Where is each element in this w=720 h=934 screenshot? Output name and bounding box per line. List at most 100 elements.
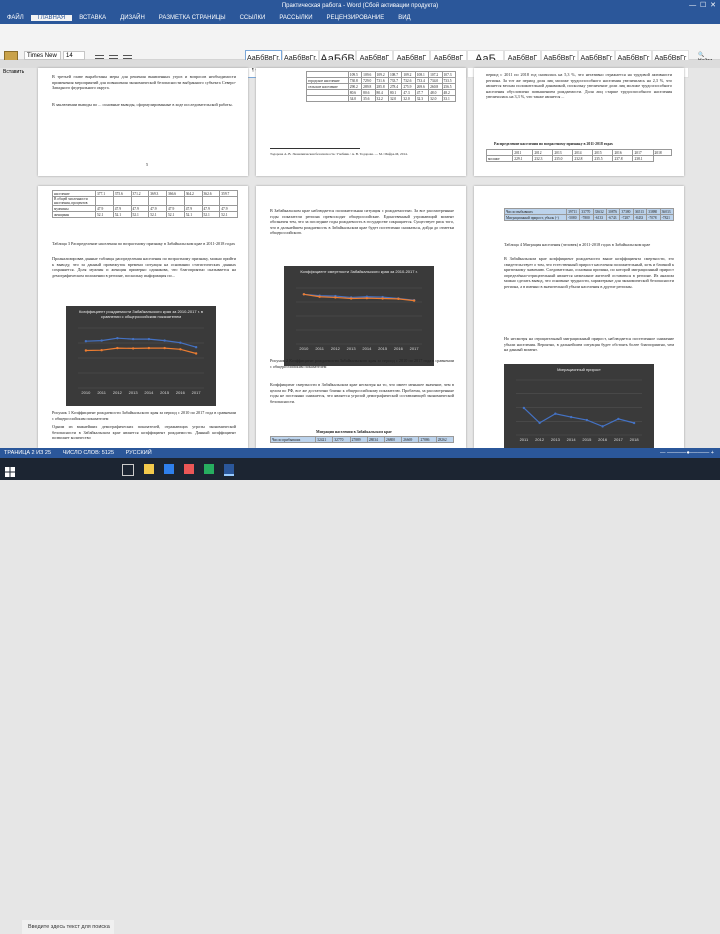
data-point — [381, 297, 384, 300]
figure-2-caption: Рисунок 2 Коэффициент рождаемости Забайк… — [270, 358, 454, 369]
ribbon: Вставить Times New Ro 14 Ж К Ч АаБбВвГг,… — [0, 24, 720, 78]
x-tick-label: 2017 — [410, 346, 420, 351]
table-cell: 32770 — [332, 436, 351, 443]
x-tick-label: 2016 — [176, 390, 186, 395]
data-point — [538, 421, 541, 425]
table-row: Миграционный прирост, убыль (-) -5080 -780… — [503, 214, 675, 221]
page-4[interactable]: население 377.1 375.6 371.2 369.3 366.6 364.2 3… — [38, 186, 248, 448]
table-cell: -6133 — [592, 214, 608, 221]
page-6-text: В Забайкальском крае коэффициент рождаем… — [504, 256, 674, 289]
table-cell: -7800 — [579, 214, 594, 221]
data-point — [131, 347, 135, 350]
page-3-text: период с 2011 по 2018 год снизилась на 5… — [486, 72, 672, 100]
table-cell: -5080 — [566, 214, 581, 221]
app-icon[interactable] — [204, 464, 214, 474]
tab-7[interactable]: РЕЦЕНЗИРОВАНИЕ — [320, 15, 392, 21]
window-title: Практическая работа - Word (Сбой активац… — [0, 0, 720, 12]
x-tick-label: 2017 — [614, 437, 624, 442]
zoom-controls[interactable]: — ─────●───── + — [660, 448, 714, 458]
data-point — [522, 406, 526, 410]
chart-death-rate[interactable]: Коэффициент смертности Забайкальского кр… — [284, 266, 434, 366]
table-cell: 27886 — [418, 436, 437, 443]
taskbar-search[interactable]: Введите здесь текст для поиска — [22, 920, 114, 934]
word-icon[interactable] — [224, 464, 234, 476]
font-size-select[interactable]: 14 — [63, 51, 85, 60]
table-row: 34.0 35.6 32.2 32.0 32.0 32.3 32.0 33.1 — [306, 95, 456, 102]
table-cell: 32.0 — [401, 95, 416, 102]
table-cell: 32421 — [315, 436, 334, 443]
word-count[interactable]: ЧИСЛО СЛОВ: 5125 — [63, 450, 114, 456]
x-tick-label: 2015 — [582, 437, 592, 442]
window-controls[interactable]: — ☐ ✕ — [689, 0, 716, 12]
file-explorer-icon[interactable] — [144, 464, 154, 474]
chart-birth-rate[interactable]: Коэффициент рождаемости Забайкальского к… — [66, 306, 216, 406]
page-5[interactable]: В Забайкальском крае наблюдается положит… — [256, 186, 466, 448]
page-1-text: В третьей главе выработаны меры для реше… — [52, 74, 236, 91]
page-2[interactable]: 109.5 109.6 109.2 108.7 109.2 108.1 107.2 107.3… — [256, 68, 466, 176]
tab-3[interactable]: ДИЗАЙН — [113, 15, 152, 21]
tab-5[interactable]: ССЫЛКИ — [233, 15, 273, 21]
x-tick-label: 2013 — [551, 437, 561, 442]
tab-2[interactable]: ВСТАВКА — [72, 15, 113, 21]
x-tick-label: 2015 — [378, 346, 388, 351]
page-6[interactable]: Число выбывших 39711 33770 33632 30876 37380 3… — [474, 186, 684, 448]
x-tick-label: 2011 — [520, 437, 529, 442]
x-tick-label: 2013 — [347, 346, 357, 351]
table-cell: 28034 — [366, 436, 386, 443]
data-point — [147, 337, 151, 341]
edge-icon[interactable] — [164, 464, 174, 474]
figure-1-caption: Рисунок 1 Коэффициент рождаемости Забайк… — [52, 410, 236, 421]
table-row: Число прибывших 32421 32770 27889 28034 26800… — [269, 436, 455, 443]
page-5-text: В Забайкальском крае наблюдается положит… — [270, 208, 454, 236]
tab-6[interactable]: РАССЫЛКИ — [272, 15, 319, 21]
data-point — [179, 348, 182, 351]
language-indicator[interactable]: РУССКИЙ — [126, 450, 152, 456]
table-cell — [306, 95, 349, 102]
data-point — [349, 297, 353, 300]
chart-migration[interactable]: Миграционный прирост 2011 2012 2013 2014 201… — [504, 364, 654, 448]
table-cell: 232.8 — [572, 155, 594, 162]
table-cell: -8433 — [632, 214, 648, 221]
table-cell: 32.0 — [387, 95, 403, 102]
x-tick-label: 2011 — [315, 346, 324, 351]
population-table-cont: население 377.1 375.6 371.2 369.3 366.6 364.2 3… — [52, 190, 238, 218]
data-point — [84, 340, 88, 343]
data-point — [147, 346, 151, 350]
tab-0[interactable]: ФАЙЛ — [0, 15, 31, 21]
table-cell: 237.8 — [612, 155, 634, 162]
data-point — [318, 295, 321, 298]
tab-8[interactable]: ВИД — [391, 15, 417, 21]
x-tick-label: 2010 — [299, 346, 309, 351]
tab-1[interactable]: ГЛАВНАЯ — [30, 15, 73, 21]
population-table: 109.5 109.6 109.2 108.7 109.2 108.1 107.2 107.3… — [306, 71, 456, 102]
table-cell: 34.0 — [347, 95, 363, 102]
task-view-icon[interactable] — [122, 464, 134, 476]
taskbar-apps — [122, 464, 234, 476]
font-name-select[interactable]: Times New Ro — [24, 51, 61, 68]
x-tick-label: 2015 — [160, 390, 170, 395]
x-tick-label: 2014 — [144, 390, 154, 395]
table-row: моложе 229.1 232.3 235.0 232.8 235.5 237.8 238.… — [485, 155, 672, 162]
migration-table: Число прибывших 32421 32770 27889 28034 26800… — [269, 436, 455, 443]
windows-start-icon[interactable] — [5, 464, 15, 477]
data-point — [194, 352, 198, 355]
page-4-text: Проанализировав данные таблицы распредел… — [52, 256, 236, 278]
tab-4[interactable]: РАЗМЕТКА СТРАНИЦЫ — [152, 15, 233, 21]
table-cell: -7821 — [659, 214, 675, 221]
opera-icon[interactable] — [184, 464, 194, 474]
table-cell: 28262 — [435, 436, 455, 443]
x-tick-label: 2012 — [535, 437, 545, 442]
table-4-caption: Таблица 4 Миграция населения (человек) в… — [504, 242, 651, 247]
table-cell: 33.1 — [441, 95, 456, 102]
data-point — [365, 296, 369, 300]
data-point — [302, 293, 306, 296]
page-4-text-2: Одним из важнейших демографических показ… — [52, 424, 236, 441]
table-cell: 229.1 — [512, 155, 534, 162]
page-3[interactable]: период с 2011 по 2018 год снизилась на 5… — [474, 68, 684, 176]
x-tick-label: 2010 — [81, 390, 91, 395]
page-1[interactable]: В третьей главе выработаны меры для реше… — [38, 68, 248, 176]
page-1-text-2: В заключении выводы по ... основные выво… — [52, 102, 233, 107]
data-point — [412, 299, 416, 302]
page-indicator[interactable]: ТРАНИЦА 2 ИЗ 25 — [4, 450, 51, 456]
page-number: 5 — [146, 162, 149, 167]
